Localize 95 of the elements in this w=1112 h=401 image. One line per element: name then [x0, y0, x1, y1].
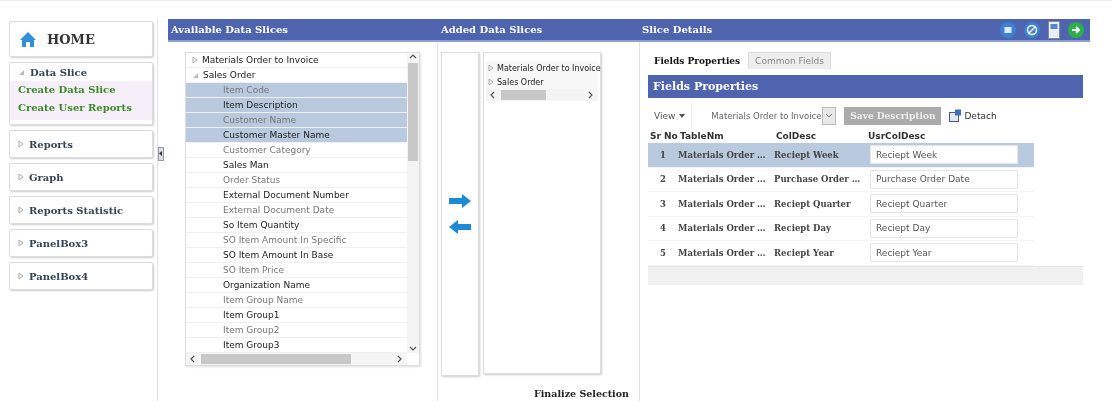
column-header: TableNm: [680, 131, 725, 141]
tree-item[interactable]: External Document Date: [186, 203, 407, 218]
home-link[interactable]: HOME: [47, 31, 95, 47]
scroll-thumb[interactable]: [501, 90, 546, 100]
panel-header[interactable]: PanelBox4: [10, 263, 152, 289]
panel-header[interactable]: Data Slice: [10, 63, 152, 81]
table-cell-text: 1: [659, 149, 667, 160]
tree-node[interactable]: Sales Order: [486, 75, 598, 89]
table-cell-text: Materials Order …: [678, 174, 767, 185]
finalize-link[interactable]: Finalize Selection: [534, 388, 629, 399]
expanded-triangle-icon[interactable]: [192, 71, 199, 79]
detach-button[interactable]: Detach: [949, 109, 997, 122]
panel-title-bar: Available Data Slices: [168, 19, 438, 42]
input-field[interactable]: Reciept Week: [870, 145, 1018, 165]
chevron-down-icon[interactable]: [409, 345, 417, 353]
collapsed-triangle-icon[interactable]: [488, 64, 494, 72]
table-cell-text: Materials Order …: [678, 198, 767, 209]
column-header: Sr No: [650, 131, 679, 141]
table-row[interactable]: 5 Materials Order … Reciept Year Reciept Year: [648, 241, 1034, 266]
tree-item[interactable]: Item Group1: [186, 308, 407, 323]
tree-item[interactable]: So Item Quantity: [186, 218, 407, 233]
tree-item[interactable]: Sales Man: [186, 158, 407, 173]
tree-item[interactable]: Customer Master Name: [186, 128, 407, 143]
arrow-right-icon[interactable]: [449, 194, 471, 208]
tree-item[interactable]: SO Item Amount In Base: [186, 248, 407, 263]
table-cell-text: 3: [659, 198, 667, 209]
panel-header[interactable]: Reports Statistic: [10, 197, 152, 223]
tree-item[interactable]: SO Item Amount In Specific: [186, 233, 407, 248]
scrollbar[interactable]: [407, 53, 419, 353]
table-cell-text: 2: [659, 174, 667, 185]
collapsed-triangle-icon[interactable]: [18, 206, 24, 214]
table-row[interactable]: 2 Materials Order … Purchase Order … Purchase Order Date: [648, 167, 1034, 192]
compass-icon[interactable]: [1024, 21, 1040, 38]
document-icon[interactable]: [1048, 20, 1060, 39]
chevron-left-icon[interactable]: [189, 355, 197, 363]
table-cell-text: Reciept Quarter: [774, 198, 852, 209]
panel-title-bar: Added Data Slices: [438, 19, 639, 42]
panel-title: Slice Details: [642, 24, 713, 35]
tree-item[interactable]: Item Group2: [186, 323, 407, 338]
arrow-left-icon[interactable]: [159, 151, 162, 156]
table-cell-text: Materials Order …: [678, 247, 767, 258]
tree-item[interactable]: Item Group Name: [186, 293, 407, 308]
column-header: ColDesc: [776, 131, 818, 141]
arrow-right-icon[interactable]: [1068, 21, 1084, 38]
input-field[interactable]: Reciept Year: [870, 243, 1018, 263]
input-field[interactable]: Reciept Day: [870, 218, 1018, 238]
table-cell-text: Reciept Day: [774, 223, 832, 234]
tree-item[interactable]: Customer Category: [186, 143, 407, 158]
tree-item[interactable]: Item Description: [186, 98, 407, 113]
scroll-thumb[interactable]: [408, 63, 418, 161]
scroll-thumb[interactable]: [201, 354, 351, 364]
collapsed-triangle-icon[interactable]: [18, 173, 24, 181]
table-cell-text: Materials Order …: [678, 149, 767, 160]
collapsed-triangle-icon[interactable]: [18, 140, 24, 148]
tree-node[interactable]: Materials Order to Invoice: [486, 61, 601, 75]
table-cell-text: 4: [659, 223, 667, 234]
table-row[interactable]: 1 Materials Order … Reciept Week Reciept Week: [648, 143, 1034, 168]
tree-item[interactable]: Organization Name: [186, 278, 407, 293]
collapsed-triangle-icon[interactable]: [488, 78, 494, 86]
panel-header[interactable]: Reports: [10, 131, 152, 157]
table-row[interactable]: 4 Materials Order … Reciept Day Reciept Day: [648, 216, 1034, 241]
calendar-icon[interactable]: [1000, 21, 1016, 38]
chevron-down-icon[interactable]: [825, 112, 834, 119]
table-cell-text: Purchase Order …: [774, 174, 862, 185]
detach-icon[interactable]: [949, 109, 963, 122]
tree-item[interactable]: External Document Number: [186, 188, 407, 203]
table-cell-text: Reciept Year: [774, 247, 835, 258]
caret-down-icon[interactable]: [679, 113, 686, 118]
chevron-left-icon[interactable]: [489, 91, 497, 99]
tree-node[interactable]: Materials Order to Invoice: [186, 53, 407, 68]
table-cell-text: Reciept Week: [774, 149, 840, 160]
panel-header[interactable]: PanelBox3: [10, 230, 152, 256]
panel-header[interactable]: Graph: [10, 164, 152, 190]
scrollbar[interactable]: [186, 353, 407, 365]
input-field[interactable]: Reciept Quarter: [870, 194, 1018, 214]
collapsed-triangle-icon[interactable]: [18, 272, 24, 280]
chevron-up-icon[interactable]: [409, 53, 417, 61]
collapsed-triangle-icon[interactable]: [192, 56, 198, 64]
table-row[interactable]: 3 Materials Order … Reciept Quarter Reciept Quarter: [648, 192, 1034, 217]
dropdown[interactable]: Materials Order to Invoice: [700, 106, 837, 125]
tree-item[interactable]: Order Status: [186, 173, 407, 188]
chevron-right-icon[interactable]: [396, 355, 404, 363]
collapsed-triangle-icon[interactable]: [18, 239, 24, 247]
table-cell-text: 5: [659, 247, 667, 258]
tab[interactable]: Fields Properties: [648, 52, 747, 69]
home-icon[interactable]: [19, 30, 37, 48]
chevron-right-icon[interactable]: [587, 91, 595, 99]
section-title-bar: Fields Properties: [648, 75, 1083, 98]
column-header: UsrColDesc: [868, 131, 927, 141]
splitter-handle[interactable]: [158, 147, 164, 161]
view-menu[interactable]: View: [648, 102, 693, 129]
table-cell-text: Materials Order …: [678, 223, 767, 234]
tree-item[interactable]: SO Item Price: [186, 263, 407, 278]
expanded-triangle-icon[interactable]: [18, 68, 25, 76]
input-field[interactable]: Purchase Order Date: [870, 169, 1018, 189]
